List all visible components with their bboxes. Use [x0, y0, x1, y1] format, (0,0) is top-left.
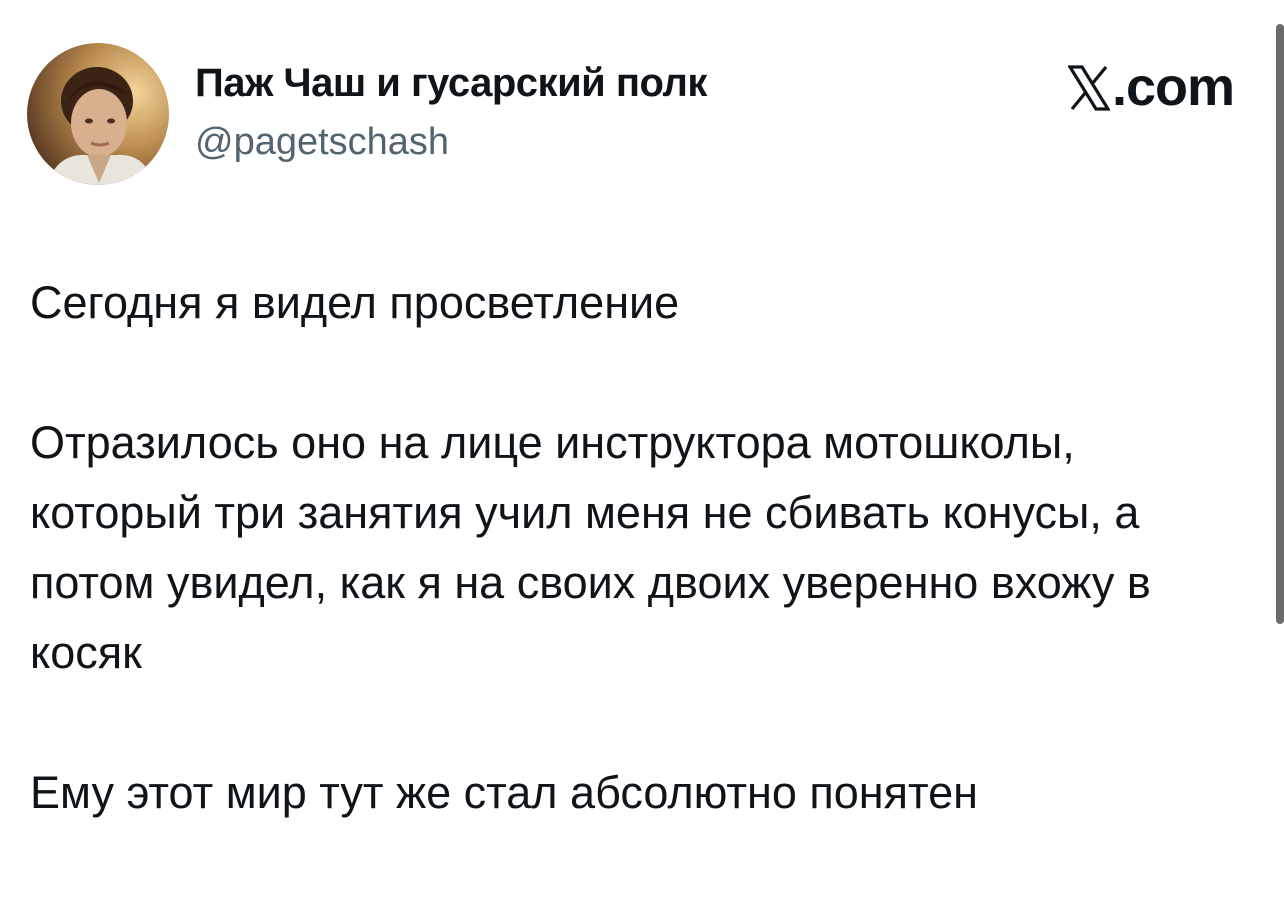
scrollbar[interactable]: [1276, 24, 1284, 624]
brand-domain: .com: [1111, 57, 1235, 117]
tweet-paragraph: Отразилось оно на лице инструктора мотош…: [30, 417, 1164, 678]
author-display-name[interactable]: Паж Чаш и гусарский полк: [195, 61, 707, 106]
brand-logo: .com: [1067, 57, 1235, 117]
x-logo-icon: [1067, 65, 1111, 111]
tweet-paragraph: Сегодня я видел просветление: [30, 277, 680, 328]
user-avatar-photo-icon: [27, 43, 169, 185]
tweet-paragraph: Ему этот мир тут же стал абсолютно понят…: [30, 767, 978, 818]
tweet-text: Сегодня я видел просветление Отразилось …: [30, 268, 1255, 828]
avatar[interactable]: [27, 43, 169, 185]
author-handle[interactable]: @pagetschash: [195, 121, 449, 164]
